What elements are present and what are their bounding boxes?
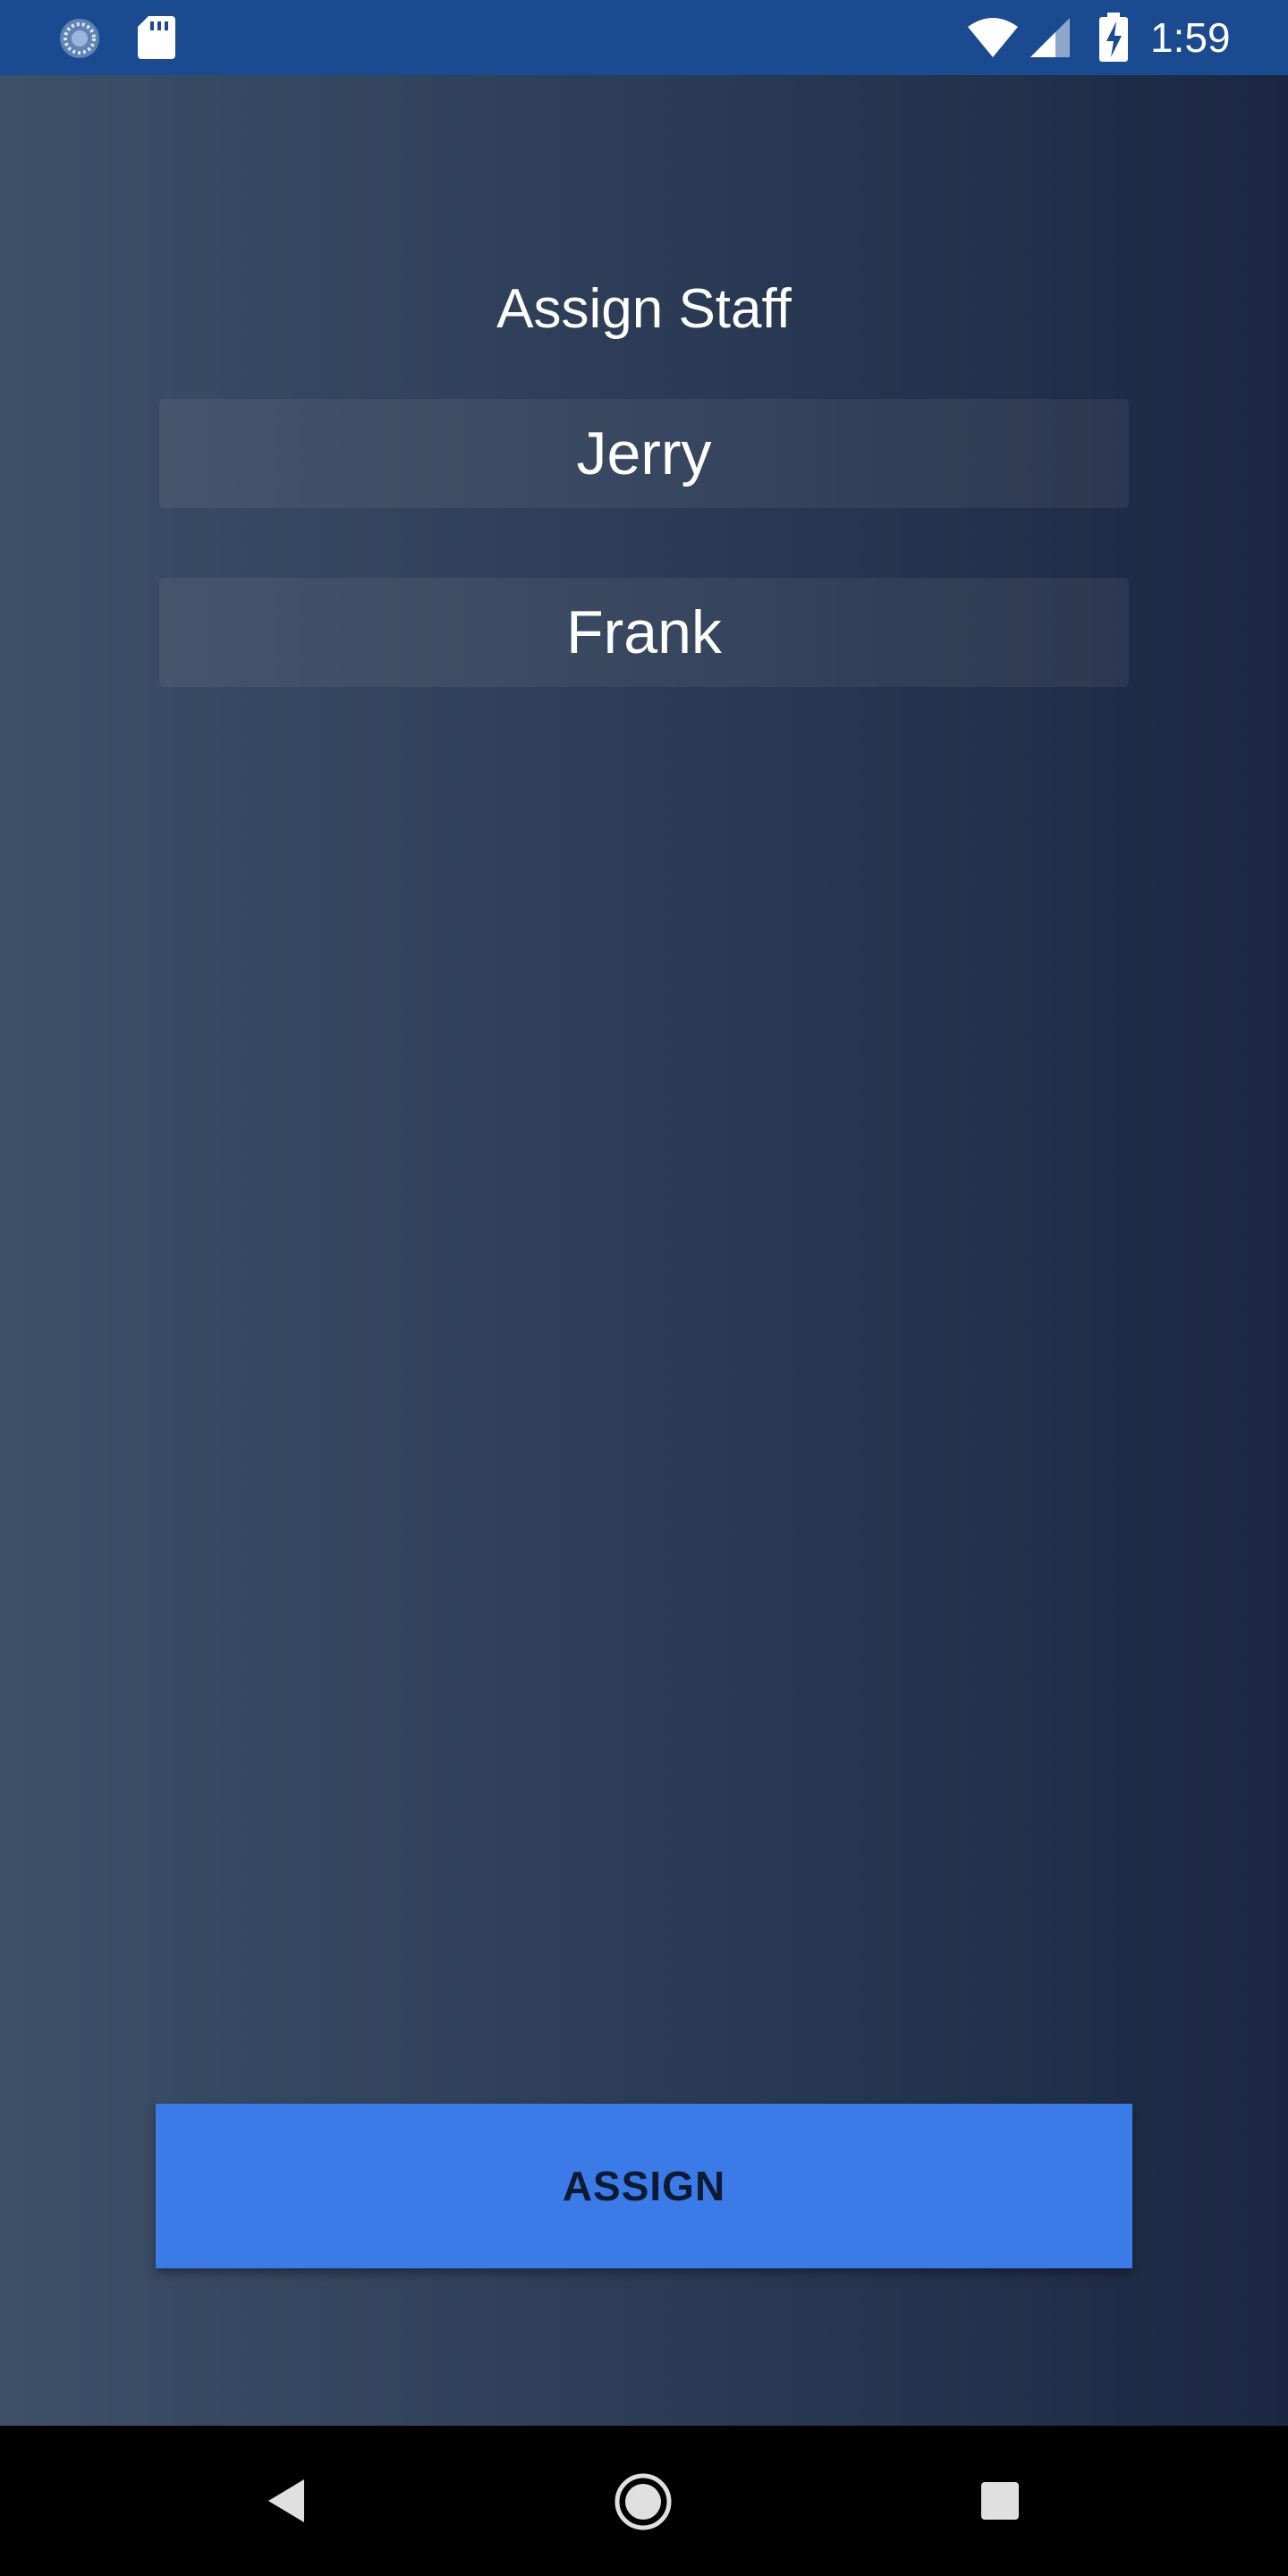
staff-option-jerry[interactable]: Jerry: [159, 399, 1129, 508]
home-icon[interactable]: [614, 2472, 673, 2531]
staff-option-frank[interactable]: Frank: [159, 578, 1129, 687]
back-icon[interactable]: [265, 2478, 306, 2524]
wifi-icon: [968, 18, 1018, 57]
sync-icon: [60, 19, 99, 58]
app-screen: 1:59 Assign Staff Jerry Frank ASSIGN: [0, 0, 1288, 2576]
page-title: Assign Staff: [496, 278, 792, 340]
assign-button[interactable]: ASSIGN: [156, 2104, 1132, 2268]
main-content: Assign Staff Jerry Frank ASSIGN: [0, 75, 1288, 2426]
battery-charging-icon: [1099, 13, 1128, 62]
status-bar: 1:59: [0, 0, 1288, 75]
status-clock: 1:59: [1150, 14, 1231, 61]
recents-icon[interactable]: [980, 2481, 1020, 2521]
navigation-bar: [0, 2426, 1288, 2576]
sd-card-icon: [138, 16, 175, 59]
cell-signal-icon: [1030, 18, 1070, 57]
